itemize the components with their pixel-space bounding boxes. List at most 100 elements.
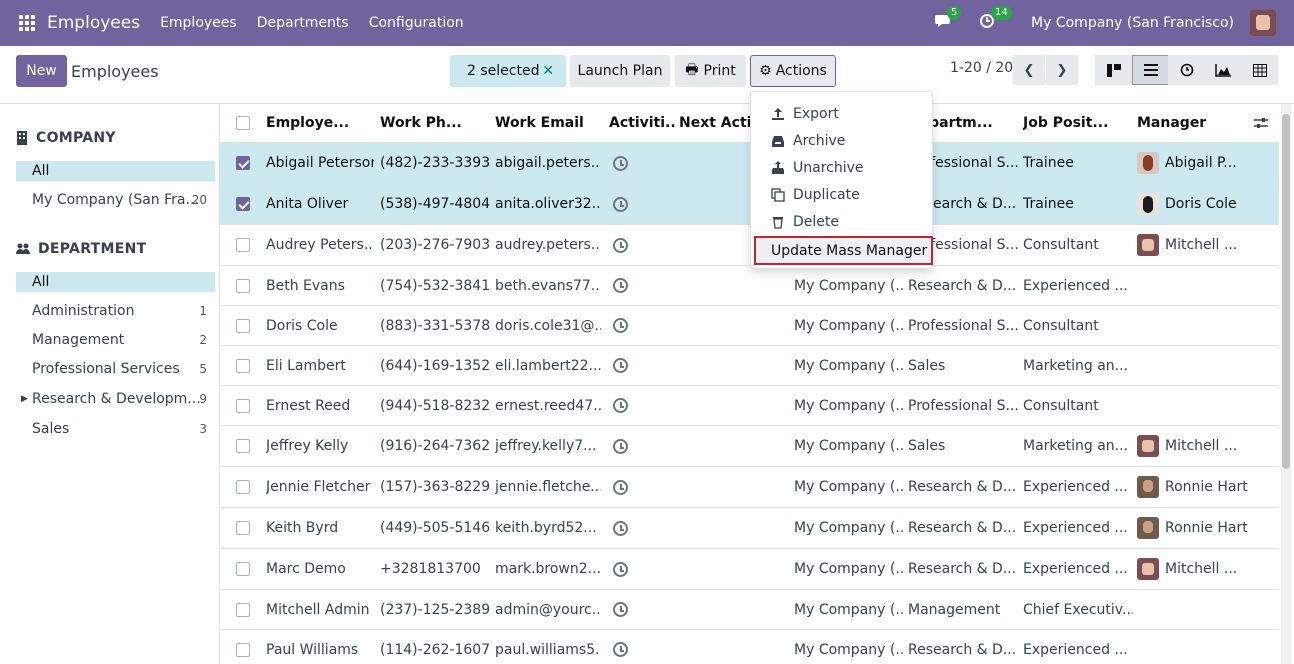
department-filter-administration[interactable]: Administration 1 [16,301,215,321]
selection-count: 2 selected [467,63,540,79]
cell-work-email: eli.lambert22... [495,357,601,374]
table-row[interactable]: Jennie Fletcher (157)-363-8229 jennie.flet… [220,467,1279,508]
print-button[interactable]: 🖶 Print [675,55,746,87]
table-row[interactable]: Keith Byrd (449)-505-5146 keith.byrd52... M… [220,508,1279,549]
action-update-mass-manager[interactable]: Update Mass Manager [754,236,933,265]
row-checkbox[interactable] [236,318,250,333]
clock-icon[interactable] [613,520,628,536]
row-checkbox[interactable] [236,278,250,293]
row-checkbox[interactable] [236,602,250,617]
messages-button[interactable]: 5 [935,6,962,33]
row-checkbox[interactable] [236,398,250,413]
table-row[interactable]: Doris Cole (883)-331-5378 doris.cole31@...… [220,306,1279,346]
row-checkbox[interactable] [236,156,250,170]
app-title[interactable]: Employees [47,13,140,33]
table-row[interactable]: Mitchell Admin (237)-125-2389 admin@yourc.… [220,590,1279,630]
cell-work-email: doris.cole31@... [495,317,601,334]
pager-next-button[interactable]: ❯ [1046,55,1078,85]
pivot-view-button[interactable] [1241,55,1278,85]
department-filter-professional-services[interactable]: Professional Services 5 [16,359,215,379]
print-label: Print [703,63,736,79]
clock-icon[interactable] [613,358,628,373]
cell-work-phone: (916)-264-7362 [380,438,490,454]
cell-manager: Doris Cole [1137,184,1249,224]
caret-right-icon[interactable]: ▶ [21,394,28,404]
activity-view-button[interactable] [1168,55,1205,85]
archive-icon [771,134,785,148]
row-checkbox[interactable] [236,238,250,252]
column-header-employee[interactable]: Employe... [266,104,376,142]
scrollbar-thumb[interactable] [1282,114,1290,469]
row-checkbox[interactable] [236,197,250,211]
company-switcher[interactable]: My Company (San Francisco) [1031,15,1234,31]
row-checkbox[interactable] [236,480,250,494]
column-header-manager[interactable]: Manager [1137,104,1247,142]
user-avatar[interactable] [1250,10,1276,36]
menu-employees[interactable]: Employees [160,15,237,31]
cell-activity [613,143,633,183]
row-checkbox[interactable] [236,642,250,657]
clock-icon[interactable] [613,237,628,253]
table-row[interactable]: Paul Williams (114)-262-1607 paul.williams… [220,630,1279,664]
department-filter-all[interactable]: All [16,272,215,292]
department-filter-sales[interactable]: Sales 3 [16,419,215,439]
cell-work-email: mark.brown2... [495,561,601,577]
table-row[interactable]: Beth Evans (754)-532-3841 beth.evans77... M… [220,266,1279,306]
row-checkbox[interactable] [236,439,250,453]
action-export[interactable]: Export [771,103,839,125]
row-checkbox[interactable] [236,521,250,535]
clock-icon[interactable] [613,561,628,577]
table-row[interactable]: Eli Lambert (644)-169-1352 eli.lambert22..… [220,346,1279,386]
clock-icon[interactable] [613,602,628,617]
action-unarchive[interactable]: Unarchive [771,157,864,179]
clock-icon[interactable] [613,438,628,454]
pager-value[interactable]: 1-20 / 20 [950,60,1013,76]
app-menu-icon[interactable] [19,15,35,31]
graph-view-button[interactable] [1204,55,1241,85]
kanban-icon [1106,63,1121,77]
clock-icon[interactable] [613,398,628,413]
action-duplicate[interactable]: Duplicate [771,184,860,206]
table-row[interactable]: Ernest Reed (944)-518-8232 ernest.reed47..… [220,386,1279,426]
action-delete[interactable]: Delete [771,211,839,233]
row-select-cell [220,266,260,305]
clear-selection-icon[interactable]: ✕ [542,63,554,79]
table-row[interactable]: Jeffrey Kelly (916)-264-7362 jeffrey.kelly… [220,426,1279,467]
menu-departments[interactable]: Departments [257,15,349,31]
optional-columns-toggle[interactable] [1254,104,1274,142]
clock-icon[interactable] [613,278,628,293]
filter-label: All [32,163,50,179]
select-all-checkbox[interactable] [236,116,250,130]
list-view-button[interactable] [1132,55,1169,85]
scrollbar[interactable] [1281,104,1291,664]
kanban-view-button[interactable] [1095,55,1132,85]
row-checkbox[interactable] [236,562,250,576]
company-filter-my-company[interactable]: My Company (San Fra... 20 [16,190,215,210]
column-header-phone[interactable]: Work Ph... [380,104,490,142]
column-header-job-position[interactable]: Job Posit... [1023,104,1133,142]
launch-plan-button[interactable]: Launch Plan [570,55,670,87]
column-header-email[interactable]: Work Email [495,104,605,142]
manager-name: Ronnie Hart [1165,520,1248,536]
new-button[interactable]: New [16,55,67,87]
row-checkbox[interactable] [236,358,250,373]
clock-icon[interactable] [613,479,628,495]
clock-icon[interactable] [613,155,628,171]
row-select-cell [220,549,260,589]
action-archive[interactable]: Archive [771,130,845,152]
department-filter-research[interactable]: ▶ Research & Developm... 9 [16,389,215,409]
pager-previous-button[interactable]: ❮ [1013,55,1045,85]
column-header-activities[interactable]: Activiti... [609,104,675,142]
actions-button[interactable]: ⚙ Actions [750,55,836,87]
menu-configuration[interactable]: Configuration [369,15,464,31]
department-filter-management[interactable]: Management 2 [16,330,215,350]
activities-button[interactable]: 14 [979,6,1012,33]
chevron-left-icon: ❮ [1023,62,1035,78]
clock-icon[interactable] [613,318,628,333]
cell-job-position: Chief Executiv... [1023,601,1133,618]
table-row[interactable]: Marc Demo +3281813700 mark.brown2... My Com… [220,549,1279,590]
cell-employee-name: Audrey Peters... [266,237,374,253]
clock-icon[interactable] [613,642,628,657]
company-filter-all[interactable]: All [16,161,215,181]
clock-icon[interactable] [613,196,628,212]
